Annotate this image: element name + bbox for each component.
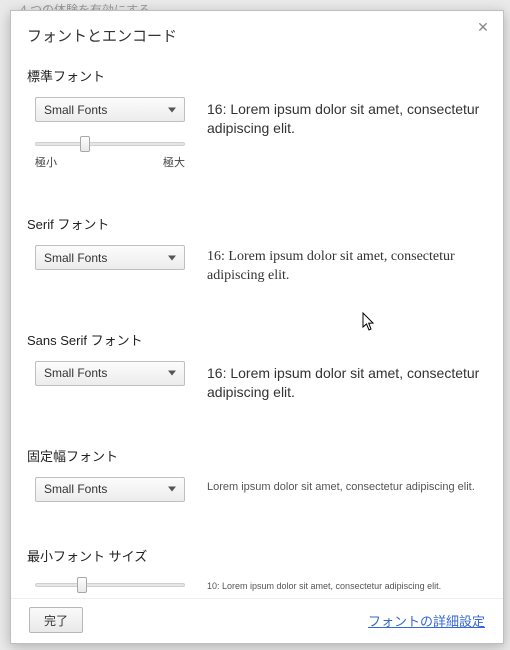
select-value: Small Fonts <box>44 366 107 380</box>
dialog-body[interactable]: 標準フォント Small Fonts 極小 極大 <box>11 56 503 598</box>
chevron-down-icon <box>168 371 176 376</box>
select-value: Small Fonts <box>44 251 107 265</box>
sans-font-select[interactable]: Small Fonts <box>35 361 185 386</box>
close-button[interactable]: ✕ <box>473 17 493 37</box>
section-controls: Small Fonts <box>27 245 187 270</box>
section-title: Sans Serif フォント <box>27 330 497 349</box>
standard-size-slider: 極小 極大 <box>35 136 185 170</box>
section-controls: Small Fonts <box>27 477 187 502</box>
section-row: Small Fonts Lorem ipsum dolor sit amet, … <box>27 477 497 502</box>
fixed-preview: Lorem ipsum dolor sit amet, consectetur … <box>207 477 497 495</box>
min-size-preview: 10: Lorem ipsum dolor sit amet, consecte… <box>207 577 497 592</box>
dialog-title: フォントとエンコード <box>27 25 487 46</box>
fonts-dialog: フォントとエンコード ✕ 標準フォント Small Fonts <box>10 10 504 644</box>
slider-track[interactable] <box>35 136 185 150</box>
slider-thumb[interactable] <box>77 577 87 593</box>
slider-line <box>35 583 185 587</box>
done-button[interactable]: 完了 <box>29 607 83 633</box>
select-value: Small Fonts <box>44 482 107 496</box>
slider-max-label: 極大 <box>163 154 185 170</box>
min-size-slider <box>35 577 185 591</box>
section-title: 標準フォント <box>27 66 497 85</box>
chevron-down-icon <box>168 107 176 112</box>
section-row: Small Fonts 16: Lorem ipsum dolor sit am… <box>27 245 497 286</box>
section-controls <box>27 577 187 591</box>
standard-font-select[interactable]: Small Fonts <box>35 97 185 122</box>
section-controls: Small Fonts 極小 極大 <box>27 97 187 170</box>
section-row: Small Fonts 極小 極大 16: Lorem <box>27 97 497 170</box>
section-title: 最小フォント サイズ <box>27 546 497 565</box>
section-serif-font: Serif フォント Small Fonts 16: Lorem ipsum d… <box>27 204 497 320</box>
section-row: 10: Lorem ipsum dolor sit amet, consecte… <box>27 577 497 592</box>
dialog-header: フォントとエンコード ✕ <box>11 11 503 56</box>
standard-preview: 16: Lorem ipsum dolor sit amet, consecte… <box>207 97 497 138</box>
section-row: Small Fonts 16: Lorem ipsum dolor sit am… <box>27 361 497 402</box>
section-sans-font: Sans Serif フォント Small Fonts 16: Lorem ip… <box>27 320 497 436</box>
slider-line <box>35 142 185 146</box>
chevron-down-icon <box>168 487 176 492</box>
slider-min-label: 極小 <box>35 154 57 170</box>
slider-labels: 極小 極大 <box>35 154 185 170</box>
section-title: Serif フォント <box>27 214 497 233</box>
section-min-size: 最小フォント サイズ 10: Lorem ipsum dolor sit ame… <box>27 536 497 598</box>
section-standard-font: 標準フォント Small Fonts 極小 極大 <box>27 56 497 204</box>
fixed-font-select[interactable]: Small Fonts <box>35 477 185 502</box>
section-fixed-font: 固定幅フォント Small Fonts Lorem ipsum dolor si… <box>27 436 497 536</box>
sans-preview: 16: Lorem ipsum dolor sit amet, consecte… <box>207 361 497 402</box>
done-label: 完了 <box>44 612 68 629</box>
select-value: Small Fonts <box>44 103 107 117</box>
slider-track[interactable] <box>35 577 185 591</box>
slider-thumb[interactable] <box>80 136 90 152</box>
chevron-down-icon <box>168 255 176 260</box>
close-icon: ✕ <box>477 19 489 36</box>
advanced-font-settings-link[interactable]: フォントの詳細設定 <box>368 611 485 630</box>
dialog-footer: 完了 フォントの詳細設定 <box>11 598 503 643</box>
section-title: 固定幅フォント <box>27 446 497 465</box>
serif-preview: 16: Lorem ipsum dolor sit amet, consecte… <box>207 245 497 286</box>
section-controls: Small Fonts <box>27 361 187 386</box>
serif-font-select[interactable]: Small Fonts <box>35 245 185 270</box>
